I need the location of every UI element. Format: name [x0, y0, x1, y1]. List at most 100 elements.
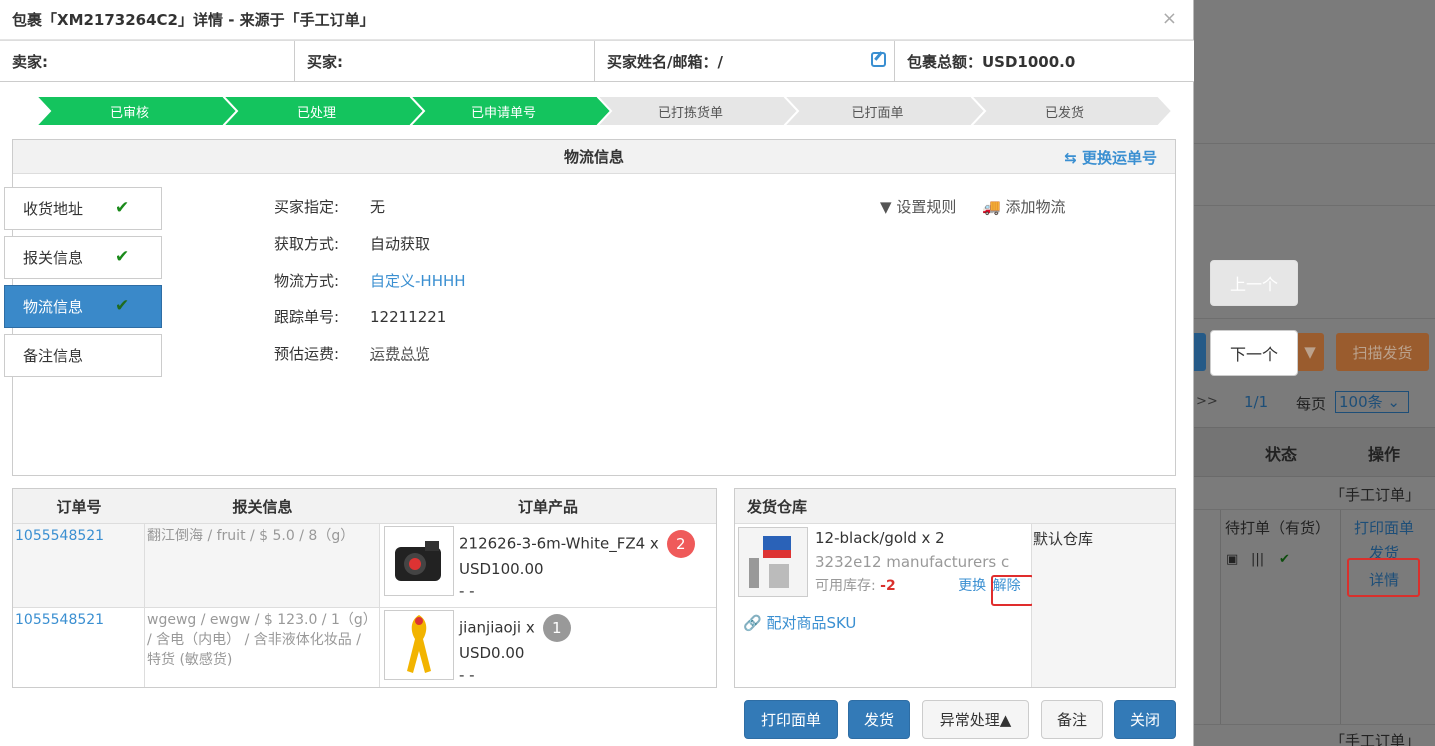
col-order-no: 订单号 [56, 497, 102, 516]
tab-customs-info[interactable]: 报关信息 ✔ [4, 236, 162, 279]
field-key: 买家指定: [274, 198, 340, 216]
step-5: 已打面单 [784, 96, 986, 126]
product-name: 212626-3-6m-White_FZ4 x [459, 534, 659, 553]
field-tracking-no: 跟踪单号: 12211221 [274, 306, 446, 327]
logistics-title: 物流信息 [563, 148, 624, 166]
warehouse-item-name: 12-black/gold x 2 [815, 529, 945, 547]
pair-sku-link[interactable]: 🔗 配对商品SKU [743, 612, 856, 633]
step-3: 已申请单号 [410, 96, 612, 126]
step-label: 已审核 [109, 105, 149, 121]
bg-col-divider [1340, 510, 1341, 724]
stock-value: -2 [880, 578, 896, 594]
buyer-email-label: 买家姓名/邮箱：/ [607, 52, 723, 71]
field-value: 自动获取 [370, 235, 431, 253]
orders-table-header: 订单号 报关信息 订单产品 [13, 489, 716, 524]
field-key: 跟踪单号: [274, 308, 340, 326]
bg-source-tag: 「手工订单」 [1330, 486, 1421, 504]
warehouse-panel: 发货仓库 12-black/gold x 2 3232e12 manufactu… [734, 488, 1176, 688]
orders-table: 订单号 报关信息 订单产品 1055548521 翻江倒海 / fruit / … [12, 488, 717, 688]
edit-icon[interactable] [871, 52, 886, 67]
note-button[interactable]: 备注 [1041, 700, 1103, 739]
bg-page-indicator: 1/1 [1244, 393, 1269, 411]
product-price: USD0.00 [459, 644, 525, 662]
seller-cell: 卖家: [0, 41, 295, 81]
modal-header: 包裹「XM2173264C2」详情 - 来源于「手工订单」 × [0, 0, 1193, 40]
warehouse-product-image[interactable] [738, 527, 808, 597]
print-label-button[interactable]: 打印面单 [744, 700, 838, 739]
bg-barcode-icon: ||| [1251, 552, 1265, 567]
order-no-link[interactable]: 1055548521 [13, 608, 145, 687]
product-image[interactable] [384, 610, 454, 680]
warehouse-manufacturer: 3232e12 manufacturers c [815, 553, 1010, 571]
package-total: 包裹总额：USD1000.0 [907, 52, 1076, 71]
bg-per-page-select: 100条 ⌄ [1335, 391, 1409, 413]
step-1: 已审核 [36, 96, 238, 126]
order-no-link[interactable]: 1055548521 [13, 524, 145, 607]
step-label: 已打拣货单 [657, 105, 723, 121]
field-value: 12211221 [370, 308, 447, 326]
modal-title: 包裹「XM2173264C2」详情 - 来源于「手工订单」 [12, 11, 375, 29]
fee-overview-link[interactable]: 运费总览 [370, 345, 430, 363]
bg-copy-icon: ▣ [1226, 552, 1239, 567]
set-rule-label: 设置规则 [896, 198, 957, 216]
bg-highlight-box [1347, 558, 1420, 597]
step-label: 已发货 [1044, 105, 1084, 121]
add-logistics-link[interactable]: 🚚 添加物流 [982, 196, 1065, 217]
field-key: 物流方式: [274, 272, 340, 290]
buyer-cell: 买家: [295, 41, 595, 81]
step-label: 已申请单号 [470, 105, 536, 121]
tab-logistics-info[interactable]: 物流信息 ✔ [4, 285, 162, 328]
product-extra: - - [459, 666, 475, 684]
prev-button[interactable]: 上一个 [1210, 260, 1298, 306]
total-cell: 包裹总额：USD1000.0 [895, 41, 1194, 81]
tab-label: 报关信息 [23, 249, 84, 267]
link-icon: 🔗 [743, 614, 762, 632]
tab-notes-info[interactable]: 备注信息 [4, 334, 162, 377]
exception-handling-button[interactable]: 异常处理▲ [922, 700, 1029, 739]
filter-icon: ▼ [880, 198, 892, 216]
bg-dropdown-arrow: ▼ [1296, 333, 1324, 371]
set-rule-link[interactable]: ▼ 设置规则 [880, 196, 956, 217]
replace-link[interactable]: 更换 [958, 578, 986, 594]
bg-action-print: 打印面单 [1354, 519, 1415, 537]
logistics-panel: 物流信息 ⇆ 更换运单号 [12, 139, 1176, 476]
bg-divider [1194, 509, 1435, 510]
field-key: 获取方式: [274, 235, 340, 253]
progress-steps: 已审核 已处理 已申请单号 已打拣货单 已打面单 已发货 [36, 96, 1173, 126]
product-price: USD100.00 [459, 560, 544, 578]
product-image[interactable] [384, 526, 454, 596]
step-label: 已处理 [296, 105, 336, 121]
swap-tracking-link[interactable]: ⇆ 更换运单号 [1064, 147, 1157, 168]
step-4: 已打拣货单 [597, 96, 799, 126]
bg-divider [1194, 724, 1435, 725]
product-extra: - - [459, 582, 475, 600]
qty-badge: 2 [666, 530, 695, 558]
step-6: 已发货 [971, 96, 1173, 126]
table-row: 1055548521 wgewg / ewgw / $ 123.0 / 1（g）… [13, 608, 716, 687]
tab-label: 备注信息 [23, 347, 84, 365]
product-name: jianjiaoji x [459, 618, 535, 637]
close-button[interactable]: 关闭 [1114, 700, 1176, 739]
field-estimated-fee: 预估运费: 运费总览 [274, 343, 430, 364]
check-icon: ✔ [115, 247, 130, 267]
bg-col-divider [1220, 510, 1221, 724]
ship-button[interactable]: 发货 [848, 700, 910, 739]
stock-label: 可用库存: [815, 578, 876, 594]
product-cell: 212626-3-6m-White_FZ4 x 2 USD100.00 - - [380, 524, 716, 607]
close-icon[interactable]: × [1162, 8, 1177, 29]
logistics-method-link[interactable]: 自定义-HHHH [370, 272, 466, 290]
bg-blue-button [1194, 333, 1206, 371]
field-logistics-method: 物流方式: 自定义-HHHH [274, 270, 466, 291]
table-row: 1055548521 翻江倒海 / fruit / $ 5.0 / 8（g） 2… [13, 524, 716, 608]
product-info: 212626-3-6m-White_FZ4 x 2 USD100.00 - - [459, 530, 695, 602]
tab-shipping-address[interactable]: 收货地址 ✔ [4, 187, 162, 230]
field-key: 预估运费: [274, 345, 340, 363]
default-warehouse: 默认仓库 [1032, 524, 1175, 687]
stock-row: 可用库存: -2 更换 解除 [815, 574, 1021, 598]
next-button[interactable]: 下一个 [1210, 330, 1298, 376]
bg-col-action: 操作 [1368, 445, 1401, 464]
step-label: 已打面单 [851, 105, 904, 121]
tab-label: 收货地址 [23, 200, 84, 218]
product-info: jianjiaoji x 1 USD0.00 - - [459, 614, 571, 686]
customs-info: wgewg / ewgw / $ 123.0 / 1（g） / 含电（内电） /… [145, 608, 380, 687]
